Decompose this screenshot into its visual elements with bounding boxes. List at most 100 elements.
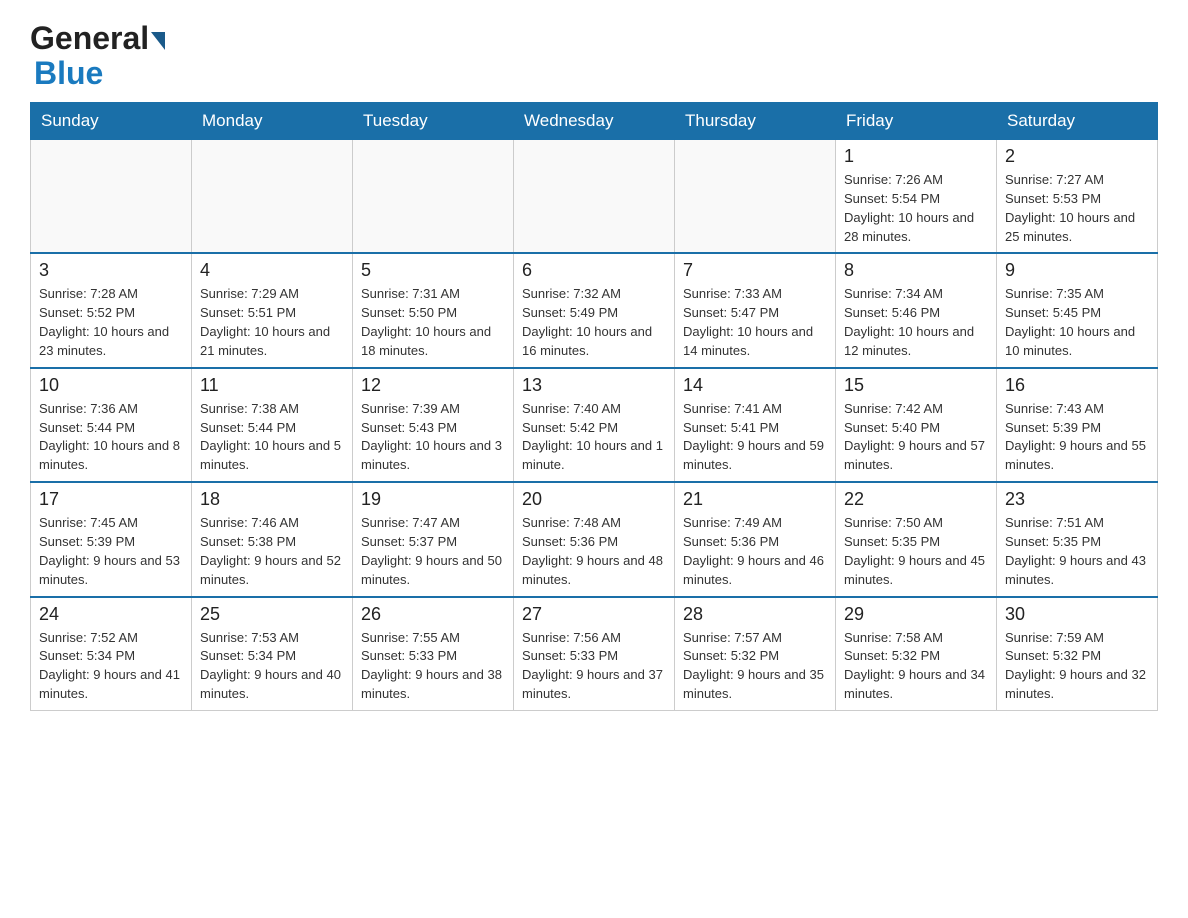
weekday-header-sunday: Sunday: [31, 103, 192, 140]
day-info: Sunrise: 7:57 AMSunset: 5:32 PMDaylight:…: [683, 629, 827, 704]
day-info: Sunrise: 7:58 AMSunset: 5:32 PMDaylight:…: [844, 629, 988, 704]
day-info: Sunrise: 7:26 AMSunset: 5:54 PMDaylight:…: [844, 171, 988, 246]
calendar-cell: [675, 140, 836, 254]
day-info: Sunrise: 7:31 AMSunset: 5:50 PMDaylight:…: [361, 285, 505, 360]
day-info: Sunrise: 7:41 AMSunset: 5:41 PMDaylight:…: [683, 400, 827, 475]
calendar-cell: 18 Sunrise: 7:46 AMSunset: 5:38 PMDayligh…: [192, 482, 353, 596]
day-number: 21: [683, 489, 827, 510]
day-info: Sunrise: 7:38 AMSunset: 5:44 PMDaylight:…: [200, 400, 344, 475]
day-number: 6: [522, 260, 666, 281]
calendar-cell: 23 Sunrise: 7:51 AMSunset: 5:35 PMDayligh…: [997, 482, 1158, 596]
day-number: 2: [1005, 146, 1149, 167]
weekday-header-friday: Friday: [836, 103, 997, 140]
calendar-cell: 26 Sunrise: 7:55 AMSunset: 5:33 PMDayligh…: [353, 597, 514, 711]
day-info: Sunrise: 7:36 AMSunset: 5:44 PMDaylight:…: [39, 400, 183, 475]
day-info: Sunrise: 7:50 AMSunset: 5:35 PMDaylight:…: [844, 514, 988, 589]
day-info: Sunrise: 7:52 AMSunset: 5:34 PMDaylight:…: [39, 629, 183, 704]
day-number: 12: [361, 375, 505, 396]
day-number: 28: [683, 604, 827, 625]
calendar-cell: 3 Sunrise: 7:28 AMSunset: 5:52 PMDaylight…: [31, 253, 192, 367]
calendar-cell: 21Sunrise: 7:49 AMSunset: 5:36 PMDayligh…: [675, 482, 836, 596]
weekday-header-monday: Monday: [192, 103, 353, 140]
calendar-cell: [31, 140, 192, 254]
calendar-row-5: 24 Sunrise: 7:52 AMSunset: 5:34 PMDayligh…: [31, 597, 1158, 711]
calendar-cell: 27Sunrise: 7:56 AMSunset: 5:33 PMDayligh…: [514, 597, 675, 711]
calendar-cell: [514, 140, 675, 254]
calendar-cell: 6 Sunrise: 7:32 AMSunset: 5:49 PMDaylight…: [514, 253, 675, 367]
day-number: 8: [844, 260, 988, 281]
calendar-cell: 19Sunrise: 7:47 AMSunset: 5:37 PMDayligh…: [353, 482, 514, 596]
calendar-cell: 14 Sunrise: 7:41 AMSunset: 5:41 PMDayligh…: [675, 368, 836, 482]
day-info: Sunrise: 7:32 AMSunset: 5:49 PMDaylight:…: [522, 285, 666, 360]
weekday-header-tuesday: Tuesday: [353, 103, 514, 140]
calendar-cell: 16 Sunrise: 7:43 AMSunset: 5:39 PMDayligh…: [997, 368, 1158, 482]
calendar-row-2: 3 Sunrise: 7:28 AMSunset: 5:52 PMDaylight…: [31, 253, 1158, 367]
day-info: Sunrise: 7:55 AMSunset: 5:33 PMDaylight:…: [361, 629, 505, 704]
calendar-cell: 13Sunrise: 7:40 AMSunset: 5:42 PMDayligh…: [514, 368, 675, 482]
logo-general: General: [30, 20, 149, 57]
day-info: Sunrise: 7:42 AMSunset: 5:40 PMDaylight:…: [844, 400, 988, 475]
day-number: 18: [200, 489, 344, 510]
day-info: Sunrise: 7:51 AMSunset: 5:35 PMDaylight:…: [1005, 514, 1149, 589]
day-number: 3: [39, 260, 183, 281]
day-number: 4: [200, 260, 344, 281]
day-info: Sunrise: 7:46 AMSunset: 5:38 PMDaylight:…: [200, 514, 344, 589]
day-info: Sunrise: 7:47 AMSunset: 5:37 PMDaylight:…: [361, 514, 505, 589]
day-number: 5: [361, 260, 505, 281]
calendar-table: SundayMondayTuesdayWednesdayThursdayFrid…: [30, 102, 1158, 711]
day-info: Sunrise: 7:59 AMSunset: 5:32 PMDaylight:…: [1005, 629, 1149, 704]
calendar-cell: 9 Sunrise: 7:35 AMSunset: 5:45 PMDaylight…: [997, 253, 1158, 367]
day-info: Sunrise: 7:35 AMSunset: 5:45 PMDaylight:…: [1005, 285, 1149, 360]
day-number: 29: [844, 604, 988, 625]
calendar-cell: 29 Sunrise: 7:58 AMSunset: 5:32 PMDayligh…: [836, 597, 997, 711]
day-info: Sunrise: 7:28 AMSunset: 5:52 PMDaylight:…: [39, 285, 183, 360]
calendar-cell: 15 Sunrise: 7:42 AMSunset: 5:40 PMDayligh…: [836, 368, 997, 482]
day-number: 17: [39, 489, 183, 510]
day-info: Sunrise: 7:45 AMSunset: 5:39 PMDaylight:…: [39, 514, 183, 589]
day-number: 20: [522, 489, 666, 510]
calendar-cell: 1Sunrise: 7:26 AMSunset: 5:54 PMDaylight…: [836, 140, 997, 254]
day-number: 15: [844, 375, 988, 396]
day-info: Sunrise: 7:39 AMSunset: 5:43 PMDaylight:…: [361, 400, 505, 475]
calendar-cell: 7Sunrise: 7:33 AMSunset: 5:47 PMDaylight…: [675, 253, 836, 367]
calendar-cell: 11 Sunrise: 7:38 AMSunset: 5:44 PMDayligh…: [192, 368, 353, 482]
calendar-cell: 10Sunrise: 7:36 AMSunset: 5:44 PMDayligh…: [31, 368, 192, 482]
day-info: Sunrise: 7:29 AMSunset: 5:51 PMDaylight:…: [200, 285, 344, 360]
weekday-header-wednesday: Wednesday: [514, 103, 675, 140]
day-info: Sunrise: 7:34 AMSunset: 5:46 PMDaylight:…: [844, 285, 988, 360]
weekday-header-saturday: Saturday: [997, 103, 1158, 140]
day-number: 27: [522, 604, 666, 625]
logo-blue: Blue: [34, 55, 103, 92]
calendar-cell: 24 Sunrise: 7:52 AMSunset: 5:34 PMDayligh…: [31, 597, 192, 711]
calendar-cell: 12 Sunrise: 7:39 AMSunset: 5:43 PMDayligh…: [353, 368, 514, 482]
calendar-cell: [353, 140, 514, 254]
weekday-header-row: SundayMondayTuesdayWednesdayThursdayFrid…: [31, 103, 1158, 140]
day-number: 22: [844, 489, 988, 510]
calendar-cell: 4 Sunrise: 7:29 AMSunset: 5:51 PMDaylight…: [192, 253, 353, 367]
day-number: 25: [200, 604, 344, 625]
logo: General Blue: [30, 20, 165, 92]
day-number: 14: [683, 375, 827, 396]
calendar-cell: 8 Sunrise: 7:34 AMSunset: 5:46 PMDaylight…: [836, 253, 997, 367]
day-info: Sunrise: 7:27 AMSunset: 5:53 PMDaylight:…: [1005, 171, 1149, 246]
calendar-row-1: 1Sunrise: 7:26 AMSunset: 5:54 PMDaylight…: [31, 140, 1158, 254]
calendar-row-3: 10Sunrise: 7:36 AMSunset: 5:44 PMDayligh…: [31, 368, 1158, 482]
weekday-header-thursday: Thursday: [675, 103, 836, 140]
day-info: Sunrise: 7:43 AMSunset: 5:39 PMDaylight:…: [1005, 400, 1149, 475]
day-number: 16: [1005, 375, 1149, 396]
calendar-cell: 30Sunrise: 7:59 AMSunset: 5:32 PMDayligh…: [997, 597, 1158, 711]
page-header: General Blue: [30, 20, 1158, 92]
day-number: 11: [200, 375, 344, 396]
day-number: 24: [39, 604, 183, 625]
calendar-cell: 17 Sunrise: 7:45 AMSunset: 5:39 PMDayligh…: [31, 482, 192, 596]
day-number: 23: [1005, 489, 1149, 510]
calendar-cell: 5 Sunrise: 7:31 AMSunset: 5:50 PMDaylight…: [353, 253, 514, 367]
calendar-row-4: 17 Sunrise: 7:45 AMSunset: 5:39 PMDayligh…: [31, 482, 1158, 596]
day-number: 26: [361, 604, 505, 625]
day-number: 13: [522, 375, 666, 396]
day-number: 9: [1005, 260, 1149, 281]
logo-arrow-icon: [151, 32, 165, 50]
day-number: 7: [683, 260, 827, 281]
day-info: Sunrise: 7:53 AMSunset: 5:34 PMDaylight:…: [200, 629, 344, 704]
day-info: Sunrise: 7:48 AMSunset: 5:36 PMDaylight:…: [522, 514, 666, 589]
